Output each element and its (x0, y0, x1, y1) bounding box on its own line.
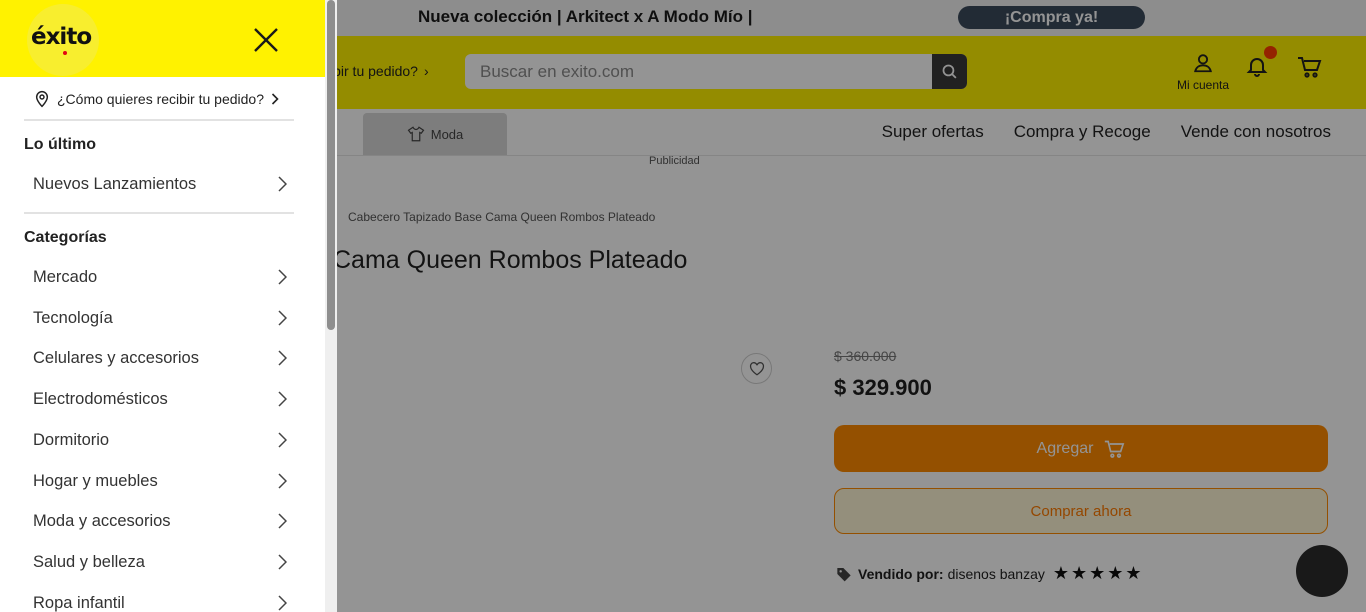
drawer-header: éxito (0, 0, 325, 77)
exito-logo[interactable]: éxito (27, 4, 99, 76)
divider (24, 119, 294, 121)
logo-dot (63, 51, 67, 55)
drawer-scrollbar[interactable] (325, 0, 337, 612)
menu-item-tecnologia[interactable]: Tecnología (33, 303, 287, 333)
menu-item-label: Hogar y muebles (33, 471, 158, 490)
scrollbar-thumb[interactable] (327, 0, 335, 330)
menu-item-label: Mercado (33, 267, 98, 286)
close-menu-button[interactable] (251, 25, 281, 55)
menu-item-moda-accesorios[interactable]: Moda y accesorios (33, 506, 287, 536)
section-title-categories: Categorías (24, 229, 107, 246)
menu-item-label: Moda y accesorios (33, 511, 171, 530)
location-pin-icon (35, 91, 49, 108)
drawer-delivery-text: ¿Cómo quieres recibir tu pedido? (57, 91, 264, 107)
menu-item-label: Salud y belleza (33, 552, 145, 571)
chevron-right-icon (278, 391, 287, 407)
menu-item-mercado[interactable]: Mercado (33, 262, 287, 292)
logo-text: éxito (31, 24, 92, 50)
menu-item-label: Electrodomésticos (33, 389, 168, 408)
menu-item-dormitorio[interactable]: Dormitorio (33, 425, 287, 455)
side-menu-drawer: éxito ¿Cómo quieres recibir tu pedido? L… (0, 0, 325, 612)
menu-item-ropa-infantil[interactable]: Ropa infantil (33, 588, 287, 612)
menu-item-label: Dormitorio (33, 430, 110, 449)
chevron-right-icon (278, 513, 287, 529)
chevron-right-icon (278, 350, 287, 366)
menu-item-electrodomesticos[interactable]: Electrodomésticos (33, 384, 287, 414)
chevron-right-icon (278, 269, 287, 285)
menu-item-label: Tecnología (33, 308, 113, 327)
menu-item-label: Ropa infantil (33, 593, 125, 612)
chevron-right-icon (278, 310, 287, 326)
menu-item-salud-belleza[interactable]: Salud y belleza (33, 547, 287, 577)
close-icon (254, 28, 278, 52)
chevron-right-icon (278, 595, 287, 611)
divider (24, 212, 294, 214)
section-title-latest: Lo último (24, 136, 96, 153)
menu-item-label: Celulares y accesorios (33, 348, 199, 367)
menu-item-celulares[interactable]: Celulares y accesorios (33, 343, 287, 373)
chevron-right-icon (278, 176, 287, 192)
menu-item-nuevos-lanzamientos[interactable]: Nuevos Lanzamientos (33, 169, 287, 199)
menu-item-label: Nuevos Lanzamientos (33, 174, 197, 193)
chevron-right-icon (278, 554, 287, 570)
menu-item-hogar-muebles[interactable]: Hogar y muebles (33, 466, 287, 496)
chevron-right-icon (278, 473, 287, 489)
chevron-right-icon (278, 432, 287, 448)
chevron-right-icon (271, 93, 279, 105)
drawer-delivery-selector[interactable]: ¿Cómo quieres recibir tu pedido? (34, 88, 304, 110)
